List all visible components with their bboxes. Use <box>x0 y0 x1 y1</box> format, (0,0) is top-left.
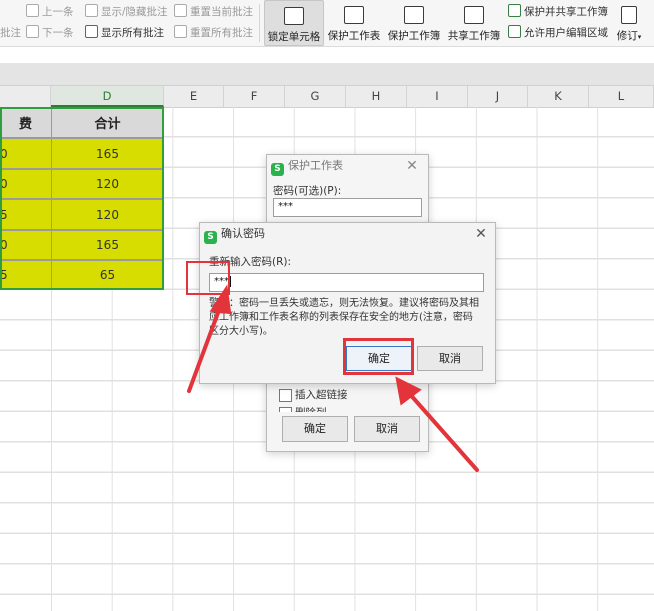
arrow-head-icon <box>209 284 232 315</box>
arrow-to-password-field <box>187 300 224 393</box>
arrow-to-ok-button <box>406 390 479 472</box>
annotation-arrows <box>187 284 479 472</box>
